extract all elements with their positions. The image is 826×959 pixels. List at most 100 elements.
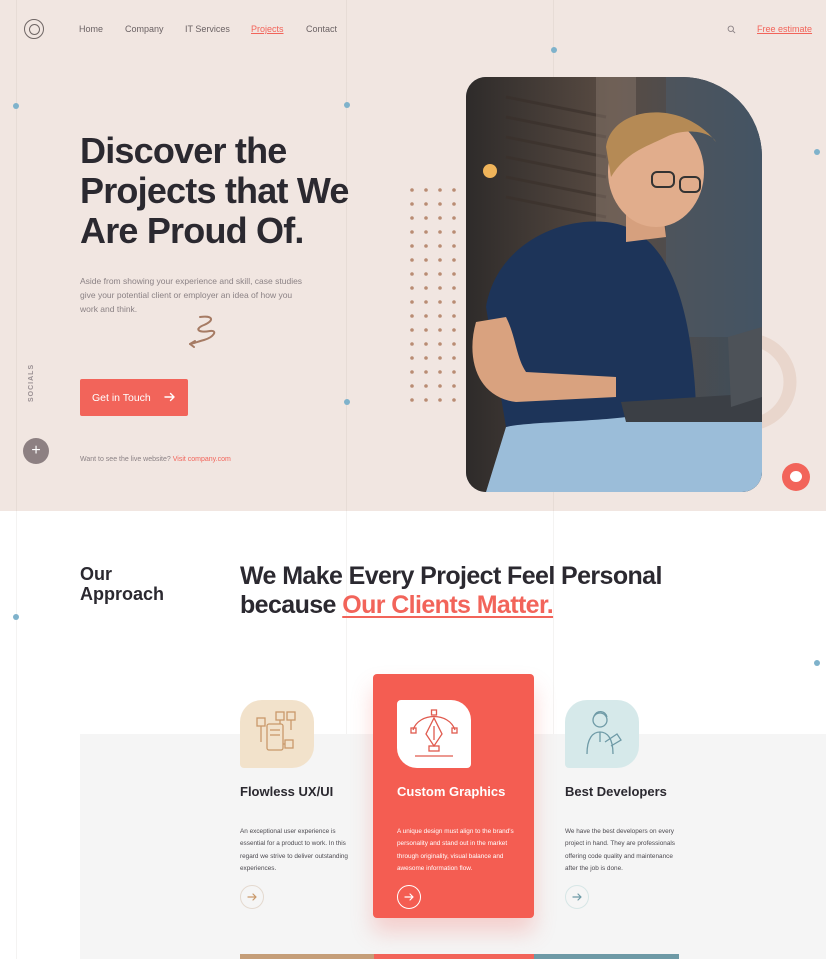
pattern-dot (424, 258, 428, 262)
pattern-dot (424, 244, 428, 248)
decor-dot (814, 660, 820, 666)
pattern-dot (424, 314, 428, 318)
decor-dot (814, 149, 820, 155)
pattern-dot (452, 300, 456, 304)
pattern-dot (452, 230, 456, 234)
grid-line (16, 511, 17, 959)
arrow-right-icon (572, 893, 582, 901)
hero-description: Aside from showing your experience and s… (80, 276, 303, 314)
pattern-dot (438, 342, 442, 346)
pattern-dot (410, 398, 414, 402)
live-prefix: Want to see the live website? (80, 456, 173, 463)
pattern-dot (410, 370, 414, 374)
pattern-dot (424, 202, 428, 206)
arrow-right-icon (404, 893, 414, 901)
chat-button[interactable] (782, 463, 810, 491)
approach-label: Our Approach (80, 564, 165, 604)
decor-dot (13, 614, 19, 620)
grid-line (346, 0, 347, 511)
pattern-dot (438, 328, 442, 332)
pattern-dot (410, 272, 414, 276)
pattern-dot (410, 258, 414, 262)
visit-link[interactable]: Visit company.com (173, 456, 231, 463)
pattern-dot (452, 384, 456, 388)
approach-heading-accent: Our Clients Matter. (342, 591, 554, 619)
nav-company[interactable]: Company (125, 24, 185, 34)
pattern-dot (410, 216, 414, 220)
pen-tool-icon (397, 700, 471, 768)
pattern-dot (452, 202, 456, 206)
pattern-dot (452, 314, 456, 318)
card-arrow-button[interactable] (565, 885, 589, 909)
squiggle-decoration-icon (189, 315, 216, 348)
pattern-dot (424, 328, 428, 332)
pattern-dot (438, 398, 442, 402)
pattern-dot (424, 342, 428, 346)
pattern-dot (438, 202, 442, 206)
nav-home[interactable]: Home (79, 24, 125, 34)
nav-projects[interactable]: Projects (251, 24, 306, 34)
decor-dot (13, 103, 19, 109)
hero-section: Home Company IT Services Projects Contac… (0, 0, 826, 511)
pattern-dot (438, 272, 442, 276)
nav-contact[interactable]: Contact (306, 24, 346, 34)
grid-line (16, 0, 17, 511)
nav-it-services[interactable]: IT Services (185, 24, 251, 34)
progress-segment (240, 954, 374, 959)
feature-card-graphics: Custom Graphics A unique design must ali… (373, 674, 534, 918)
logo[interactable] (24, 19, 44, 39)
pattern-dot (452, 286, 456, 290)
decor-dot (344, 102, 350, 108)
pattern-dot (438, 188, 442, 192)
pattern-dot (452, 216, 456, 220)
pattern-dot (424, 398, 428, 402)
pattern-dot (438, 230, 442, 234)
pattern-dot (452, 356, 456, 360)
card-description: A unique design must align to the brand'… (397, 828, 514, 872)
card-description: We have the best developers on every pro… (565, 828, 676, 872)
approach-heading: We Make Every Project Feel Personal beca… (240, 562, 760, 620)
decor-dot (344, 399, 350, 405)
plus-button[interactable]: + (23, 438, 49, 464)
ux-wireframe-icon (240, 700, 314, 768)
card-arrow-button[interactable] (397, 885, 421, 909)
search-icon[interactable] (727, 25, 736, 34)
pattern-dot (410, 356, 414, 360)
pattern-dot (424, 356, 428, 360)
pattern-dot (410, 300, 414, 304)
pattern-dot (452, 370, 456, 374)
pattern-dot (438, 300, 442, 304)
pattern-dot (410, 384, 414, 388)
pattern-dot (438, 244, 442, 248)
arrow-right-icon (247, 893, 257, 901)
pattern-dot (452, 188, 456, 192)
pattern-dot (438, 286, 442, 290)
pattern-dot (424, 272, 428, 276)
page-title: Discover the Projects that We Are Proud … (80, 130, 349, 251)
pattern-dot (438, 216, 442, 220)
cta-label: Get in Touch (92, 391, 151, 404)
pattern-dot (438, 370, 442, 374)
arrow-right-icon (164, 392, 175, 402)
card-title: Flowless UX/UI (240, 784, 334, 799)
pattern-dot (410, 202, 414, 206)
pattern-dot (452, 258, 456, 262)
free-estimate-link[interactable]: Free estimate (757, 24, 812, 34)
pattern-dot (438, 356, 442, 360)
card-title: Custom Graphics (397, 784, 506, 799)
pattern-dot (410, 286, 414, 290)
card-arrow-button[interactable] (240, 885, 264, 909)
progress-segment (534, 954, 679, 959)
pattern-dot (410, 188, 414, 192)
main-nav: Home Company IT Services Projects Contac… (79, 24, 346, 34)
card-title: Best Developers (565, 784, 667, 799)
get-in-touch-button[interactable]: Get in Touch (80, 379, 188, 416)
pattern-dot (452, 342, 456, 346)
feature-card-developers: Best Developers We have the best develop… (565, 674, 726, 918)
pattern-dot (424, 370, 428, 374)
pattern-dot (424, 230, 428, 234)
pattern-dot (452, 244, 456, 248)
pattern-dot (438, 384, 442, 388)
hero-photo (466, 77, 762, 492)
progress-segment (374, 954, 534, 959)
